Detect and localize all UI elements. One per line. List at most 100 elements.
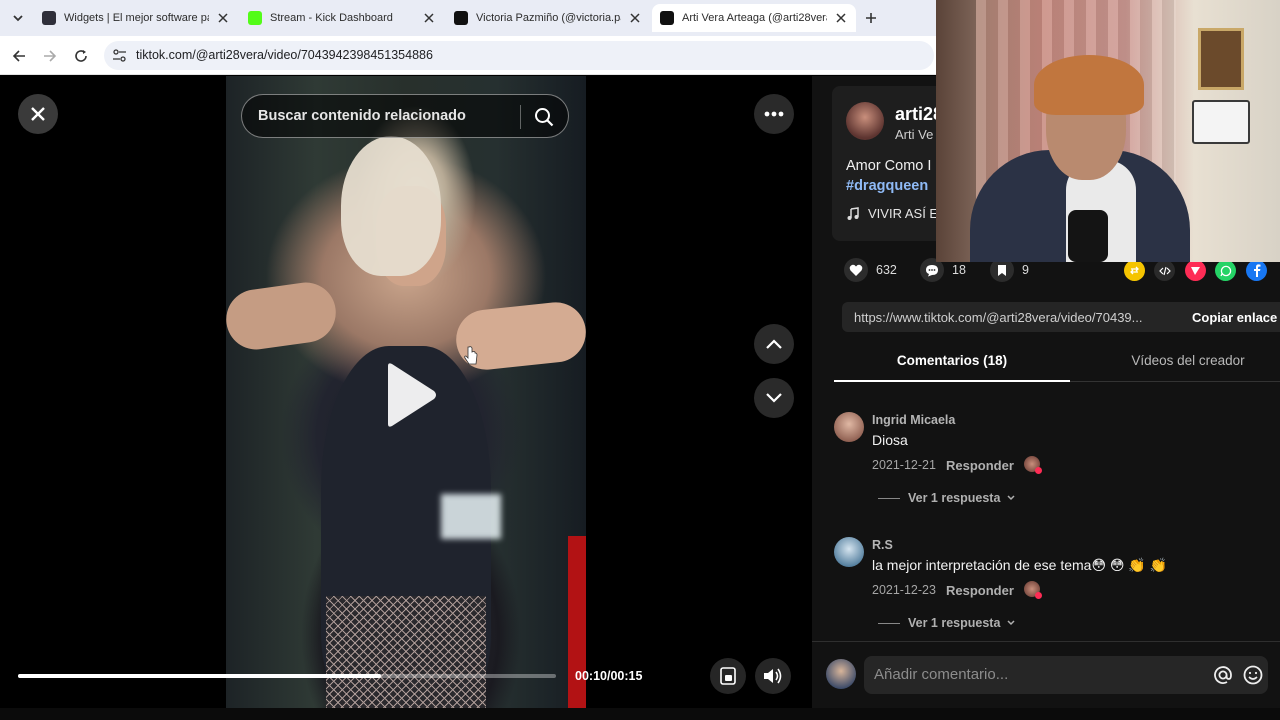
picture-in-picture-button[interactable] (710, 658, 746, 694)
forward-arrow-icon[interactable] (40, 46, 60, 66)
share-link-url: https://www.tiktok.com/@arti28vera/video… (854, 310, 1143, 325)
copy-link-button[interactable]: Copiar enlace (1180, 302, 1280, 332)
tab-creator-videos[interactable]: Vídeos del creador (1070, 346, 1280, 382)
commenter-avatar[interactable] (834, 412, 864, 442)
tab-comments[interactable]: Comentarios (18) (834, 346, 1070, 382)
back-arrow-icon[interactable] (9, 46, 29, 66)
current-user-avatar (826, 659, 856, 689)
whatsapp-icon[interactable] (1215, 260, 1236, 281)
tab-close-icon[interactable] (628, 11, 642, 25)
chevron-down-icon (766, 393, 782, 403)
video-time: 00:10/00:15 (575, 669, 643, 683)
related-search-input[interactable]: Buscar contenido relacionado (241, 94, 569, 138)
screen: Widgets | El mejor software par Stream -… (0, 0, 1280, 720)
picture-in-picture-icon (720, 667, 736, 685)
chevron-up-icon (766, 339, 782, 349)
view-replies-label: Ver 1 respuesta (908, 616, 1001, 630)
webcam-overlay (936, 0, 1280, 262)
webcam-wall-picture (1198, 28, 1244, 90)
like-count: 632 (876, 263, 897, 277)
commenter-name[interactable]: R.S (872, 538, 893, 552)
more-options-button[interactable] (754, 94, 794, 134)
search-placeholder: Buscar contenido relacionado (258, 108, 466, 124)
comment-date: 2021-12-23 (872, 583, 936, 597)
commenter-name[interactable]: Ingrid Micaela (872, 413, 955, 427)
browser-tab-kick[interactable]: Stream - Kick Dashboard (240, 4, 444, 32)
url-text: tiktok.com/@arti28vera/video/70439423984… (136, 48, 433, 62)
tab-title: Victoria Pazmiño (@victoria.paz (476, 12, 621, 24)
share-link-field[interactable]: https://www.tiktok.com/@arti28vera/video… (842, 302, 1280, 332)
send-to-friends-icon[interactable] (1185, 260, 1206, 281)
like-button[interactable]: 632 (844, 258, 897, 282)
tab-close-icon[interactable] (216, 11, 230, 25)
video-progress-bar[interactable] (18, 674, 556, 678)
comment-composer: Añadir comentario... (812, 641, 1280, 708)
close-video-button[interactable] (18, 94, 58, 134)
music-link[interactable]: VIVIR ASÍ E (846, 206, 938, 221)
commenter-avatar[interactable] (834, 537, 864, 567)
reply-button[interactable]: Responder (946, 583, 1014, 598)
facebook-icon[interactable] (1246, 260, 1267, 281)
address-input[interactable]: tiktok.com/@arti28vera/video/70439423984… (104, 41, 934, 70)
video-background-light (441, 494, 501, 539)
comment-date: 2021-12-21 (872, 458, 936, 472)
creator-liked-avatar (1024, 456, 1042, 474)
author-nickname: Arti Ve (895, 127, 934, 142)
play-icon[interactable] (380, 360, 440, 430)
previous-video-button[interactable] (754, 324, 794, 364)
music-title: VIVIR ASÍ E (868, 206, 939, 221)
embed-code-icon[interactable] (1154, 260, 1175, 281)
webcam-microphone (1068, 210, 1108, 262)
tab-title: Widgets | El mejor software par (64, 12, 209, 24)
tab-close-icon[interactable] (834, 11, 848, 25)
search-icon[interactable] (533, 106, 555, 128)
browser-tab-widgets[interactable]: Widgets | El mejor software par (34, 4, 238, 32)
volume-icon (764, 668, 782, 684)
heart-icon (844, 258, 868, 282)
reload-icon[interactable] (71, 46, 91, 66)
repost-icon[interactable] (1124, 260, 1145, 281)
webcam-wall-board (1192, 100, 1250, 144)
view-replies-label: Ver 1 respuesta (908, 491, 1001, 505)
video-figure (341, 136, 441, 276)
kick-favicon-icon (248, 11, 262, 25)
video-figure (326, 596, 486, 708)
search-divider (520, 105, 521, 129)
browser-tab-victoria[interactable]: Victoria Pazmiño (@victoria.paz (446, 4, 650, 32)
tiktok-favicon-icon (454, 11, 468, 25)
widgets-favicon-icon (42, 11, 56, 25)
save-count: 9 (1022, 263, 1029, 277)
video-progress-fill (18, 674, 382, 678)
site-settings-icon[interactable] (112, 48, 127, 63)
view-replies-button[interactable]: Ver 1 respuesta (908, 491, 1016, 505)
chevron-down-icon (1007, 620, 1015, 626)
comment-count: 18 (952, 263, 966, 277)
panel-tabs: Comentarios (18) Vídeos del creador (834, 346, 1280, 382)
streamer-figure (1034, 55, 1144, 115)
video-description: Amor Como I (846, 158, 932, 174)
creator-liked-avatar (1024, 581, 1042, 599)
tab-close-icon[interactable] (422, 11, 436, 25)
video-player[interactable]: Buscar contenido relacionado 00:10/00:15 (0, 76, 812, 708)
more-dots-icon (764, 111, 784, 117)
music-note-icon (847, 206, 859, 220)
tab-search-dropdown-icon[interactable] (8, 8, 28, 28)
author-avatar[interactable] (846, 102, 884, 140)
tab-title: Stream - Kick Dashboard (270, 12, 393, 24)
mention-at-icon[interactable] (1212, 664, 1234, 686)
comment-text: Diosa (872, 432, 908, 448)
new-tab-plus-icon[interactable] (862, 9, 880, 27)
replies-divider (878, 498, 900, 499)
reply-button[interactable]: Responder (946, 458, 1014, 473)
volume-button[interactable] (755, 658, 791, 694)
browser-tab-arti[interactable]: Arti Vera Arteaga (@arti28vera) (652, 4, 856, 32)
close-icon (31, 107, 45, 121)
replies-divider (878, 623, 900, 624)
next-video-button[interactable] (754, 378, 794, 418)
hashtag-link[interactable]: #dragqueen (846, 178, 928, 194)
tab-title: Arti Vera Arteaga (@arti28vera) (682, 12, 827, 24)
view-replies-button[interactable]: Ver 1 respuesta (908, 616, 1016, 630)
mouse-pointer-icon (464, 346, 478, 365)
emoji-icon[interactable] (1242, 664, 1264, 686)
comment-input[interactable]: Añadir comentario... (864, 656, 1268, 694)
